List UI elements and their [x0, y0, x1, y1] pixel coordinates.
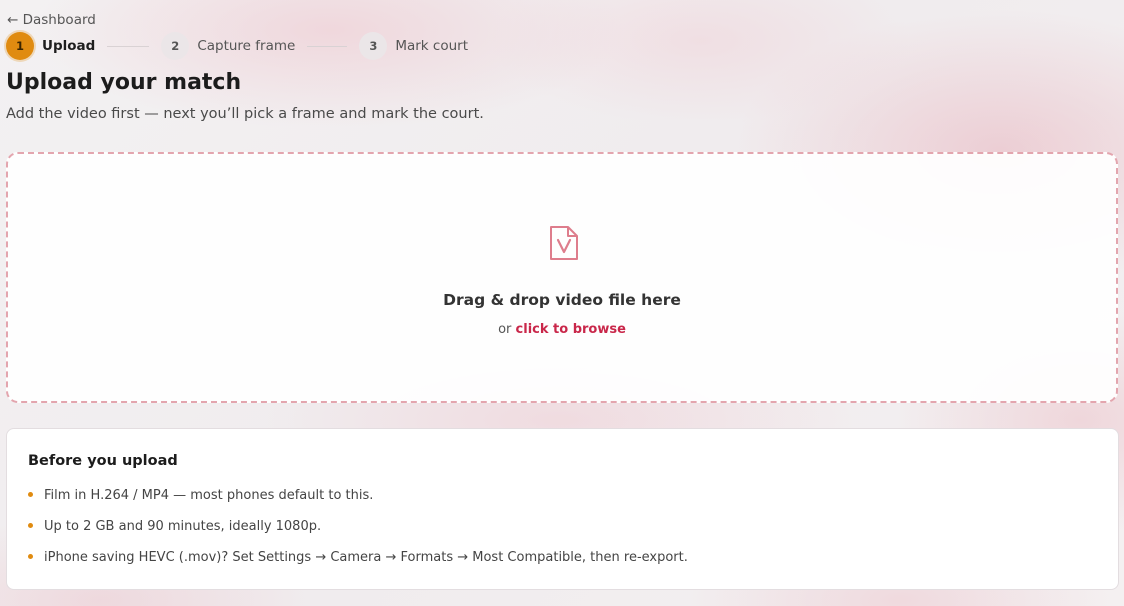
list-item-text: iPhone saving HEVC (.mov)? Set Settings … — [44, 550, 688, 565]
step-upload[interactable]: 1 Upload — [6, 32, 95, 60]
list-item: Film in H.264 / MP4 — most phones defaul… — [28, 487, 688, 518]
step-label: Mark court — [395, 38, 468, 54]
dropzone-title: Drag & drop video file here — [443, 291, 681, 309]
bullet-dot-icon — [28, 492, 33, 497]
list-item-text: Film in H.264 / MP4 — most phones defaul… — [44, 488, 374, 503]
bullet-dot-icon — [28, 554, 33, 559]
step-mark-court[interactable]: 3 Mark court — [359, 32, 468, 60]
video-dropzone[interactable]: Drag & drop video file here or click to … — [6, 152, 1118, 403]
list-item: iPhone saving HEVC (.mov)? Set Settings … — [28, 549, 688, 580]
step-number: 2 — [161, 32, 190, 60]
list-item: Up to 2 GB and 90 minutes, ideally 1080p… — [28, 518, 688, 549]
step-connector — [107, 45, 150, 47]
back-to-dashboard-link[interactable]: ← Dashboard — [7, 12, 96, 28]
dropzone-subtext: or click to browse — [8, 322, 1116, 337]
dropzone-or-text: or — [498, 322, 512, 337]
browse-link[interactable]: click to browse — [516, 322, 626, 337]
upload-tips-list: Film in H.264 / MP4 — most phones defaul… — [28, 487, 688, 580]
video-file-icon — [550, 226, 578, 260]
step-label: Upload — [42, 38, 96, 54]
before-you-upload-card: Before you upload Film in H.264 / MP4 — … — [6, 428, 1119, 590]
step-label: Capture frame — [197, 38, 296, 54]
step-connector — [307, 45, 348, 47]
step-capture-frame[interactable]: 2 Capture frame — [161, 32, 295, 60]
step-number: 1 — [6, 32, 34, 60]
page-subtitle: Add the video first — next you’ll pick a… — [6, 106, 484, 122]
bullet-dot-icon — [28, 523, 33, 528]
list-item-text: Up to 2 GB and 90 minutes, ideally 1080p… — [44, 519, 322, 534]
page-title: Upload your match — [6, 70, 242, 95]
step-number: 3 — [359, 32, 388, 60]
info-card-title: Before you upload — [28, 453, 178, 469]
upload-stepper: 1 Upload 2 Capture frame 3 Mark court — [6, 32, 468, 60]
